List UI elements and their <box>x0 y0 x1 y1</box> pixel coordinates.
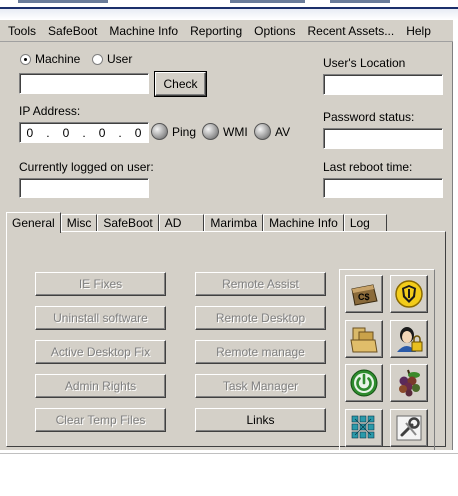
c-drive-share-text: C$ <box>358 292 370 302</box>
admin-rights-button[interactable]: Admin Rights <box>35 374 166 398</box>
grapes-button[interactable] <box>390 364 428 402</box>
title-bar-remnant <box>0 0 458 20</box>
logged-on-user-field[interactable] <box>19 178 149 198</box>
check-button[interactable]: Check <box>154 71 207 97</box>
users-location-field[interactable] <box>323 74 443 95</box>
remote-assist-button[interactable]: Remote Assist <box>195 272 326 296</box>
logged-on-user-label: Currently logged on user: <box>19 160 154 174</box>
antivirus-button[interactable] <box>390 275 428 313</box>
ie-fixes-button[interactable]: IE Fixes <box>35 272 166 296</box>
clear-temp-files-button[interactable]: Clear Temp Files <box>35 408 166 432</box>
active-desktop-fix-button[interactable]: Active Desktop Fix <box>35 340 166 364</box>
tab-marimba[interactable]: Marimba <box>204 214 264 232</box>
ip-dot: . <box>82 125 86 140</box>
machine-radio[interactable] <box>20 53 31 65</box>
wmi-label: WMI <box>223 124 248 139</box>
last-reboot-label: Last reboot time: <box>323 160 413 174</box>
tab-strip: General Misc SafeBoot AD Marimba Machine… <box>6 212 387 233</box>
c-drive-share-icon: C$ <box>351 284 378 306</box>
power-button[interactable] <box>345 364 383 402</box>
ip-address-label: IP Address: <box>19 104 81 118</box>
ping-status-light-icon <box>151 123 168 140</box>
password-status-field[interactable] <box>323 128 443 149</box>
machine-radio-option[interactable]: Machine <box>20 52 80 66</box>
menu-safeboot[interactable]: SafeBoot <box>42 20 103 42</box>
machine-radio-label: Machine <box>35 52 81 66</box>
menu-machine-info[interactable]: Machine Info <box>103 20 184 42</box>
av-indicator: AV <box>254 123 290 140</box>
links-button[interactable]: Links <box>195 408 326 432</box>
title-remnant-text <box>230 0 305 3</box>
divider <box>0 453 458 454</box>
ip-octet-3: 0 <box>98 125 106 140</box>
ip-dot: . <box>46 125 50 140</box>
av-label: AV <box>275 124 291 139</box>
network-grid-button[interactable] <box>345 409 383 447</box>
user-lock-icon <box>397 327 423 352</box>
title-remnant-text <box>18 0 108 3</box>
user-lock-button[interactable] <box>390 320 428 358</box>
last-reboot-field[interactable] <box>323 178 443 198</box>
tools-wrench-icon <box>396 415 422 441</box>
av-status-light-icon <box>254 123 271 140</box>
remote-desktop-button[interactable]: Remote Desktop <box>195 306 326 330</box>
tool-icon-grid: C$ <box>339 269 435 452</box>
ping-label: Ping <box>172 124 197 139</box>
user-radio-label: User <box>107 52 133 66</box>
menu-help[interactable]: Help <box>400 20 437 42</box>
wmi-indicator: WMI <box>202 123 248 140</box>
general-tab-panel: IE Fixes Uninstall software Active Deskt… <box>6 231 446 452</box>
target-search-input[interactable] <box>19 73 149 94</box>
uninstall-software-button[interactable]: Uninstall software <box>35 306 166 330</box>
menu-reporting[interactable]: Reporting <box>184 20 248 42</box>
app-window: Tools SafeBoot Machine Info Reporting Op… <box>0 20 453 452</box>
remote-manage-button[interactable]: Remote manage <box>195 340 326 364</box>
network-grid-icon <box>351 415 375 439</box>
tab-log[interactable]: Log <box>343 214 387 232</box>
wmi-status-light-icon <box>202 123 219 140</box>
tab-machine-info[interactable]: Machine Info <box>263 214 344 232</box>
folder-files-icon <box>350 327 378 353</box>
ip-octet-4: 0 <box>134 125 142 140</box>
title-remnant-text <box>330 0 390 3</box>
ping-indicator: Ping <box>151 123 196 140</box>
menu-recent-assets[interactable]: Recent Assets... <box>302 20 401 42</box>
menu-options[interactable]: Options <box>248 20 301 42</box>
tab-misc[interactable]: Misc <box>60 214 98 232</box>
tab-general[interactable]: General <box>6 212 61 233</box>
menu-bar: Tools SafeBoot Machine Info Reporting Op… <box>0 20 453 42</box>
users-location-label: User's Location <box>323 56 406 70</box>
tab-ad[interactable]: AD <box>158 214 205 232</box>
task-manager-button[interactable]: Task Manager <box>195 374 326 398</box>
title-remnant-shade <box>0 9 458 20</box>
grapes-icon <box>399 369 420 397</box>
c-drive-share-button[interactable]: C$ <box>345 275 383 313</box>
tools-button[interactable] <box>390 409 428 447</box>
ip-octet-1: 0 <box>26 125 34 140</box>
ip-dot: . <box>118 125 122 140</box>
antivirus-shield-icon <box>395 280 423 308</box>
ip-octet-2: 0 <box>62 125 70 140</box>
power-icon <box>350 369 378 397</box>
background-area <box>0 450 458 496</box>
menu-tools[interactable]: Tools <box>2 20 42 42</box>
folder-files-button[interactable] <box>345 320 383 358</box>
password-status-label: Password status: <box>323 110 415 124</box>
user-radio[interactable] <box>92 53 103 65</box>
user-radio-option[interactable]: User <box>92 52 132 66</box>
ip-address-field[interactable]: 0 . 0 . 0 . 0 <box>19 122 149 143</box>
tab-safeboot[interactable]: SafeBoot <box>97 214 159 232</box>
